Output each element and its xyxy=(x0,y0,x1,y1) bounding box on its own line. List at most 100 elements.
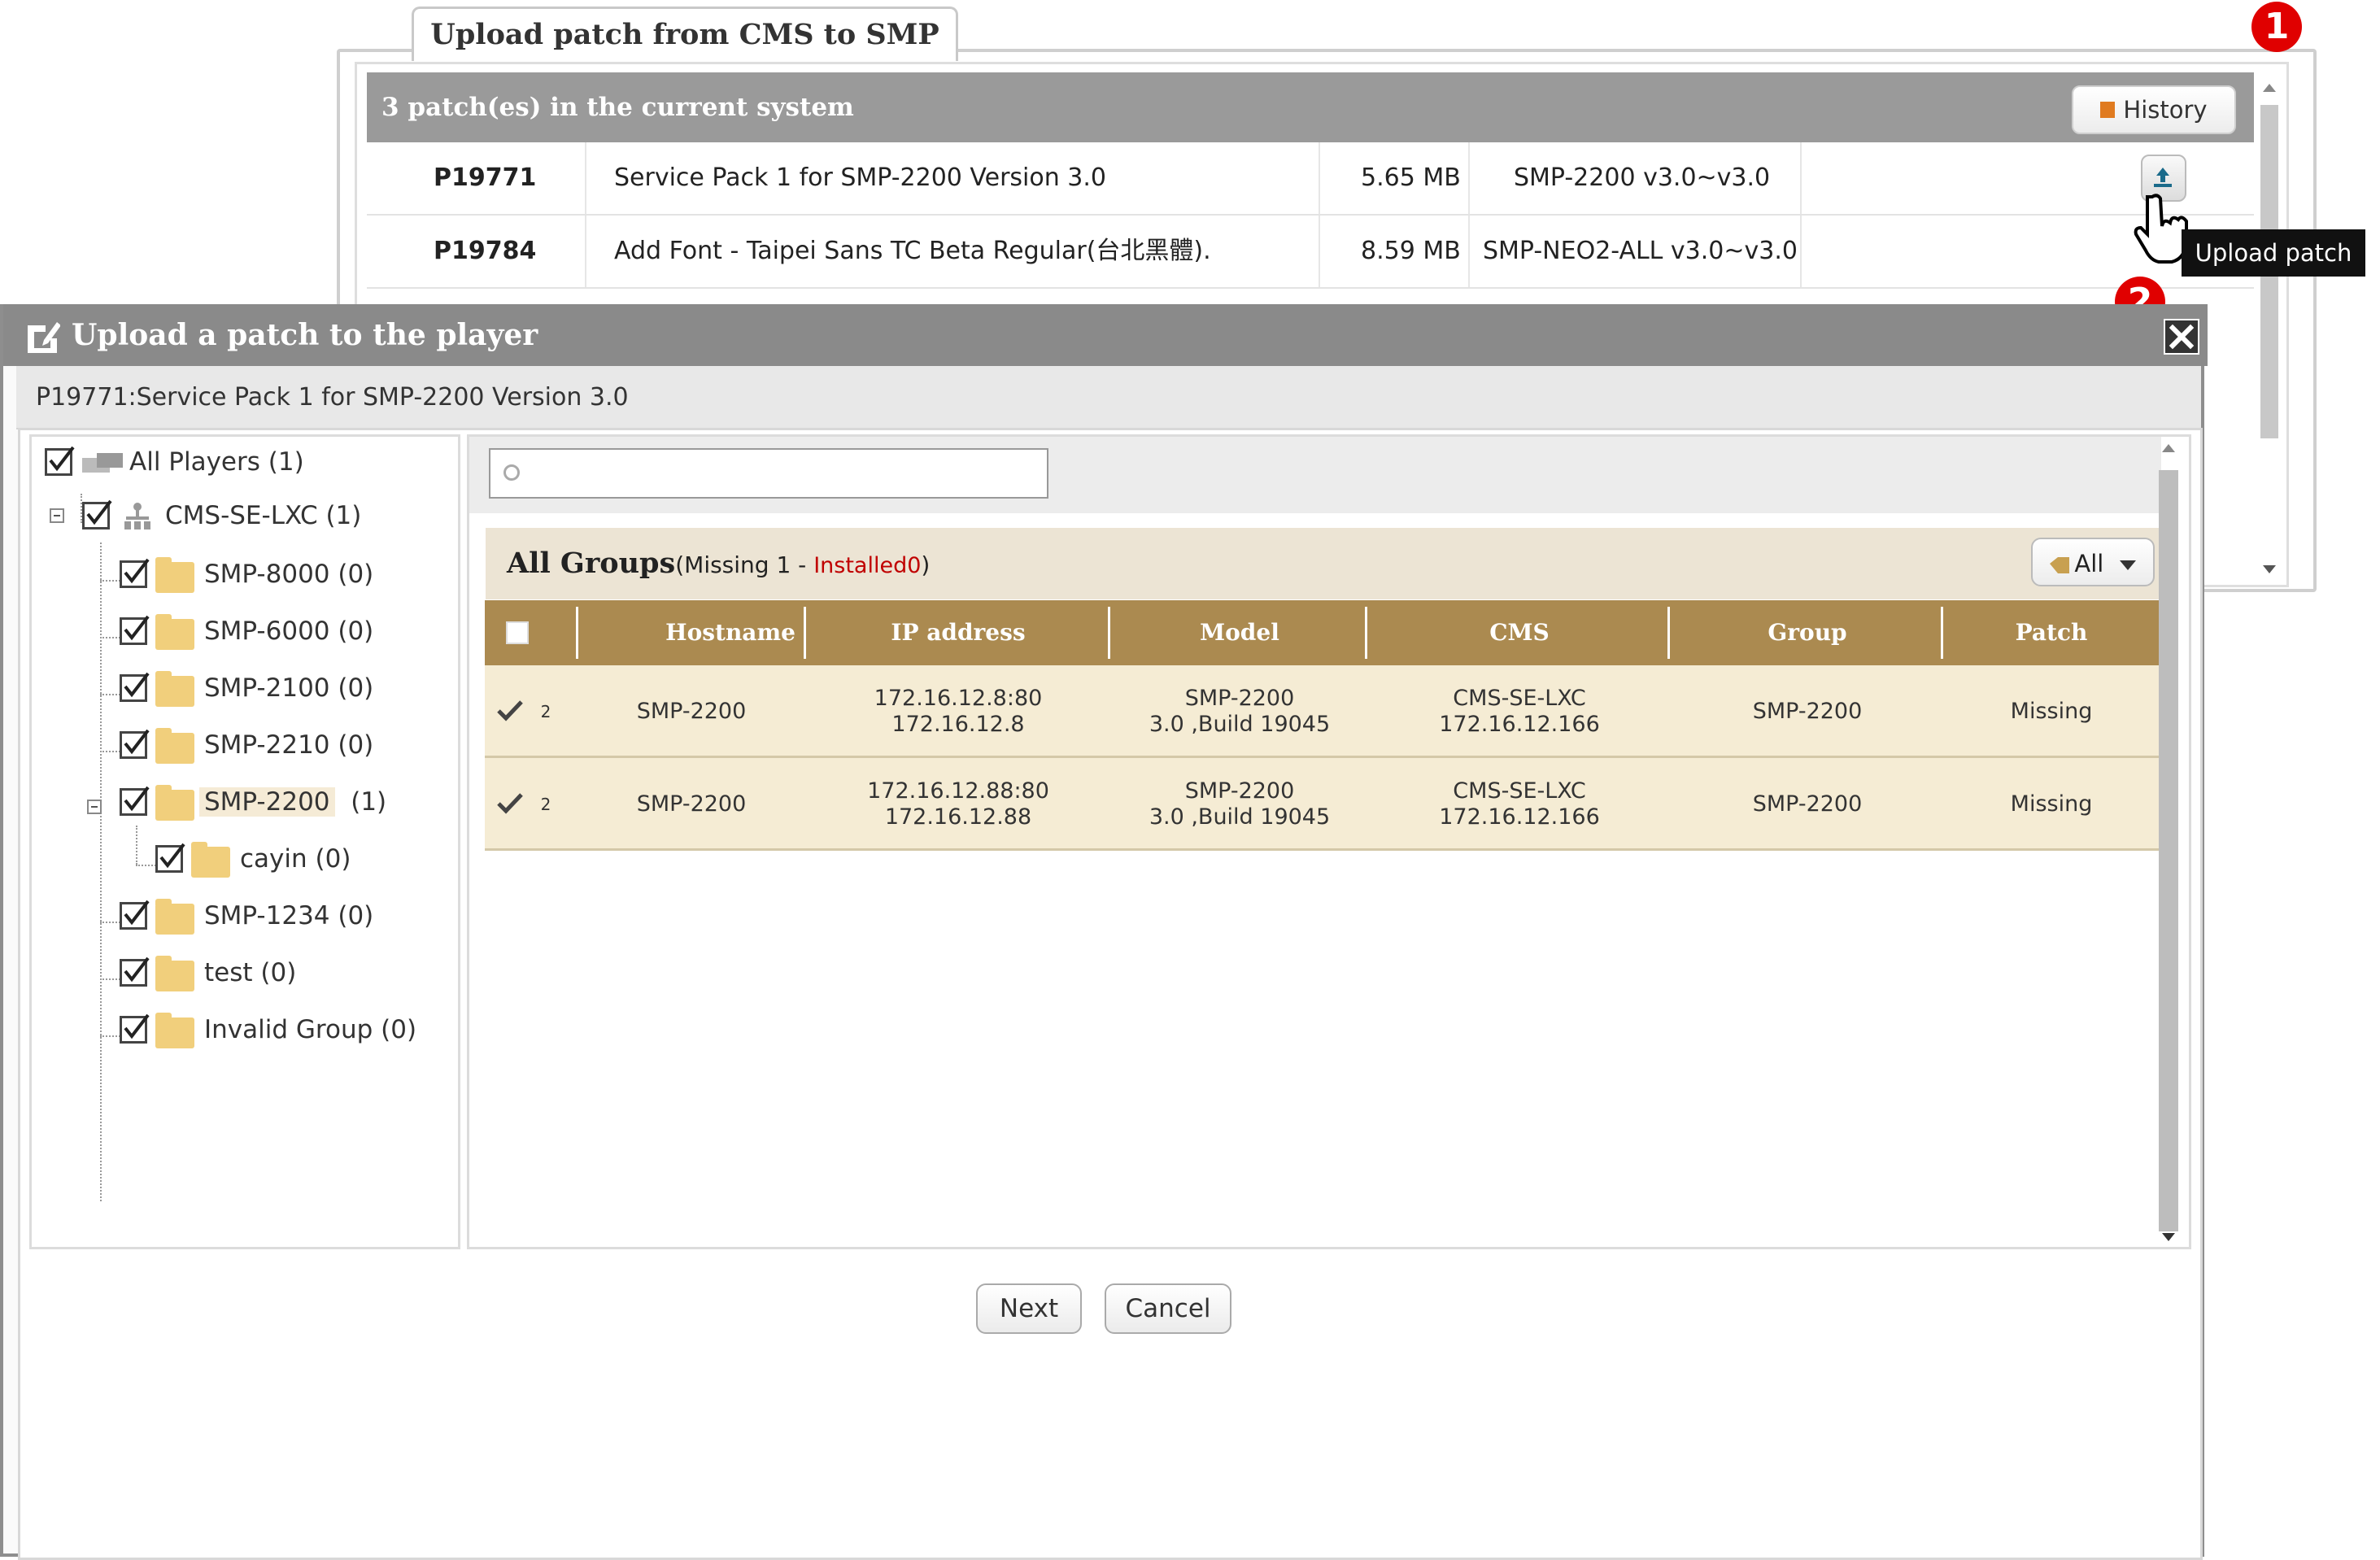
row-count: 2 xyxy=(540,795,551,814)
tree-item-smp-2200[interactable]: SMP-2200 (1) xyxy=(199,782,386,822)
cell-hostname: SMP-2200 xyxy=(636,699,747,724)
dialog-subtitle: P19771:Service Pack 1 for SMP-2200 Versi… xyxy=(16,366,2201,429)
cell-ip-primary: 172.16.12.88:80 xyxy=(867,778,1049,804)
folder-icon xyxy=(155,1013,194,1048)
folder-icon xyxy=(155,614,194,650)
patch-row[interactable]: P19771 Service Pack 1 for SMP-2200 Versi… xyxy=(367,142,2254,216)
cell-ip: 172.16.12.8:80 172.16.12.8 xyxy=(807,665,1109,758)
group-title: All Groups xyxy=(507,547,676,580)
players-icon xyxy=(82,453,123,473)
cell-ip: 172.16.12.88:80 172.16.12.88 xyxy=(807,758,1109,851)
tree-item-smp-2200-count: (1) xyxy=(351,787,387,817)
tree-item-all-players[interactable]: All Players (1) xyxy=(129,442,304,482)
tree-item-smp-2210[interactable]: SMP-2210 (0) xyxy=(204,725,373,765)
search-input[interactable] xyxy=(489,448,1048,499)
tree-item-smp-8000[interactable]: SMP-8000 (0) xyxy=(204,554,373,595)
step-marker-1: 1 xyxy=(2251,2,2302,52)
cell-cms-ip: 172.16.12.166 xyxy=(1439,804,1600,830)
group-title-line: All Groups(Missing 1 - Installed0) xyxy=(507,528,930,602)
tree-item-cayin[interactable]: cayin (0) xyxy=(240,839,351,879)
column-header-patch[interactable]: Patch xyxy=(1944,600,2159,665)
tree-checkbox-cayin[interactable] xyxy=(155,843,185,873)
cell-ip-primary: 172.16.12.8:80 xyxy=(874,686,1043,711)
tree-checkbox-smp-6000[interactable] xyxy=(120,615,150,645)
group-header: All Groups(Missing 1 - Installed0) All xyxy=(486,528,2161,599)
upload-patch-tooltip: Upload patch xyxy=(2182,229,2365,277)
patch-description: Add Font - Taipei Sans TC Beta Regular(台… xyxy=(614,237,1211,265)
cancel-button[interactable]: Cancel xyxy=(1105,1283,1231,1334)
column-header-ip[interactable]: IP address xyxy=(807,600,1109,665)
tree-checkbox-all-players[interactable] xyxy=(45,446,75,476)
folder-icon xyxy=(155,671,194,707)
select-all-checkbox[interactable] xyxy=(506,621,529,644)
filter-dropdown[interactable]: All xyxy=(2031,538,2155,586)
patch-list-scrollbar[interactable] xyxy=(2256,81,2283,577)
chevron-down-icon xyxy=(2119,560,2136,570)
patch-compat: SMP-2200 v3.0~v3.0 xyxy=(1514,163,1771,192)
tree-checkbox-smp-2100[interactable] xyxy=(120,672,150,702)
group-close: ) xyxy=(921,551,931,578)
tree-item-test[interactable]: test (0) xyxy=(204,952,296,993)
cell-cms-ip: 172.16.12.166 xyxy=(1439,712,1600,737)
patch-description: Service Pack 1 for SMP-2200 Version 3.0 xyxy=(614,163,1106,192)
cell-model-name: SMP-2200 xyxy=(1184,778,1295,804)
next-button[interactable]: Next xyxy=(976,1283,1082,1334)
folder-icon xyxy=(191,842,230,878)
patch-row[interactable]: P19784 Add Font - Taipei Sans TC Beta Re… xyxy=(367,216,2254,289)
tag-icon xyxy=(2050,557,2070,573)
tree-item-smp-1234[interactable]: SMP-1234 (0) xyxy=(204,895,373,936)
tree-item-smp-2200-label: SMP-2200 xyxy=(199,787,335,817)
cell-model: SMP-2200 3.0 ,Build 19045 xyxy=(1111,665,1368,758)
tree-checkbox-smp-2210[interactable] xyxy=(120,729,150,759)
collapse-icon[interactable] xyxy=(50,508,64,523)
cell-model-build: 3.0 ,Build 19045 xyxy=(1149,804,1331,830)
table-row[interactable]: 2 SMP-2200 172.16.12.8:80 172.16.12.8 SMP… xyxy=(485,665,2160,758)
folder-icon xyxy=(155,956,194,991)
dialog-titlebar: Upload a patch to the player xyxy=(3,304,2208,366)
check-icon xyxy=(497,793,523,814)
collapse-icon[interactable] xyxy=(87,800,102,814)
tree-item-smp-6000[interactable]: SMP-6000 (0) xyxy=(204,611,373,651)
upload-tab[interactable]: Upload patch from CMS to SMP xyxy=(412,7,958,61)
cell-cms-name: CMS-SE-LXC xyxy=(1453,778,1586,804)
tree-checkbox-invalid-group[interactable] xyxy=(120,1013,150,1044)
cell-model: SMP-2200 3.0 ,Build 19045 xyxy=(1111,758,1368,851)
player-tree: All Players (1) CMS-SE-LXC (1) SMP-8000 … xyxy=(29,434,460,1249)
tree-item-invalid-group[interactable]: Invalid Group (0) xyxy=(204,1009,416,1050)
group-missing: (Missing 1 - xyxy=(675,551,814,578)
check-icon xyxy=(497,700,523,721)
tree-item-cms[interactable]: CMS-SE-LXC (1) xyxy=(165,495,361,536)
tree-checkbox-smp-1234[interactable] xyxy=(120,900,150,930)
cell-ip-secondary: 172.16.12.88 xyxy=(884,804,1032,830)
patch-id: P19784 xyxy=(434,237,537,265)
hierarchy-icon xyxy=(124,503,150,529)
cell-model-build: 3.0 ,Build 19045 xyxy=(1149,712,1331,737)
cell-patch: Missing xyxy=(2010,791,2093,817)
group-installed: Installed0 xyxy=(813,553,922,578)
column-header-model[interactable]: Model xyxy=(1111,600,1368,665)
player-list-scrollbar[interactable] xyxy=(2154,438,2183,1248)
edit-document-icon xyxy=(28,322,60,353)
cell-cms: CMS-SE-LXC 172.16.12.166 xyxy=(1368,665,1671,758)
column-header-cms[interactable]: CMS xyxy=(1368,600,1671,665)
tree-item-smp-2100[interactable]: SMP-2100 (0) xyxy=(204,668,373,708)
tree-checkbox-test[interactable] xyxy=(120,956,150,987)
history-button[interactable]: History xyxy=(2072,85,2236,134)
cell-hostname: SMP-2200 xyxy=(636,791,747,817)
dialog-title: Upload a patch to the player xyxy=(72,318,538,352)
tree-checkbox-smp-2200[interactable] xyxy=(120,786,150,816)
tree-checkbox-smp-8000[interactable] xyxy=(120,558,150,588)
close-button[interactable] xyxy=(2164,319,2199,355)
search-icon xyxy=(503,464,520,481)
patch-count: 3 patch(es) in the current system xyxy=(381,93,854,122)
column-header-group[interactable]: Group xyxy=(1671,600,1944,665)
close-icon xyxy=(2169,324,2195,350)
folder-icon xyxy=(155,557,194,593)
tree-checkbox-cms[interactable] xyxy=(82,499,112,529)
patch-id: P19771 xyxy=(434,163,537,192)
table-row[interactable]: 2 SMP-2200 172.16.12.88:80 172.16.12.88 S… xyxy=(485,758,2160,851)
patch-size: 8.59 MB xyxy=(1361,237,1461,265)
folder-icon xyxy=(155,899,194,935)
cell-group: SMP-2200 xyxy=(1752,791,1863,817)
search-bar xyxy=(469,437,2161,513)
